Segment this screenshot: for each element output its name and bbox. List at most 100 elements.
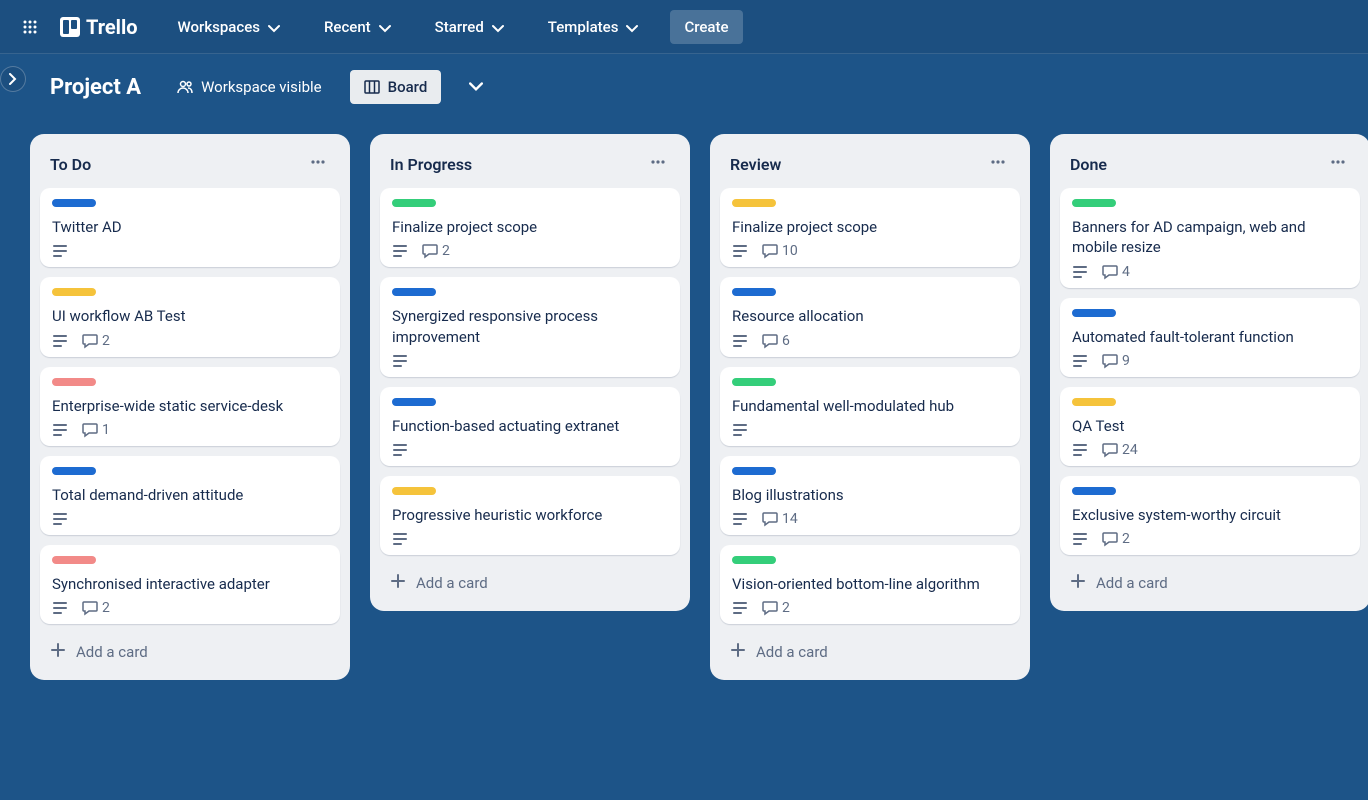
- card-badges: [52, 511, 328, 527]
- card[interactable]: Blog illustrations14: [720, 456, 1020, 535]
- card-label[interactable]: [732, 556, 776, 564]
- description-icon: [52, 333, 68, 349]
- card-title: Banners for AD campaign, web and mobile …: [1072, 217, 1348, 258]
- card[interactable]: QA Test24: [1060, 387, 1360, 466]
- add-card-button[interactable]: Add a card: [720, 634, 1020, 670]
- list-title[interactable]: Done: [1070, 155, 1107, 174]
- comments-count: 2: [102, 600, 110, 616]
- nav-workspaces[interactable]: Workspaces: [166, 12, 292, 42]
- visibility-button[interactable]: Workspace visible: [167, 72, 332, 102]
- list-title[interactable]: To Do: [50, 155, 91, 174]
- nav-label: Starred: [435, 18, 484, 36]
- card-title: Automated fault-tolerant function: [1072, 327, 1348, 347]
- card-badges: 2: [52, 333, 328, 349]
- sidebar-expand-button[interactable]: [0, 66, 26, 92]
- card-badges: 2: [1072, 531, 1348, 547]
- card-label[interactable]: [52, 378, 96, 386]
- card-label[interactable]: [1072, 398, 1116, 406]
- nav-label: Recent: [324, 18, 371, 36]
- description-icon: [732, 422, 748, 438]
- list-title[interactable]: In Progress: [390, 155, 472, 174]
- card-label[interactable]: [392, 487, 436, 495]
- topbar: Trello Workspaces Recent Starred Templat…: [0, 0, 1368, 54]
- comments-count: 2: [102, 333, 110, 349]
- card[interactable]: UI workflow AB Test2: [40, 277, 340, 356]
- comments-badge: 6: [762, 333, 790, 349]
- list-menu-button[interactable]: [646, 150, 670, 178]
- board-title[interactable]: Project A: [42, 71, 149, 104]
- add-card-button[interactable]: Add a card: [380, 565, 680, 601]
- list-menu-button[interactable]: [1326, 150, 1350, 178]
- card-title: Vision-oriented bottom-line algorithm: [732, 574, 1008, 594]
- card[interactable]: Banners for AD campaign, web and mobile …: [1060, 188, 1360, 288]
- list: In Progress Finalize project scope2 Synerg…: [370, 134, 690, 611]
- card-label[interactable]: [52, 199, 96, 207]
- card-label[interactable]: [392, 398, 436, 406]
- nav-starred[interactable]: Starred: [423, 12, 516, 42]
- comments-count: 14: [782, 511, 798, 527]
- card[interactable]: Function-based actuating extranet: [380, 387, 680, 466]
- card[interactable]: Exclusive system-worthy circuit2: [1060, 476, 1360, 555]
- card-label[interactable]: [392, 288, 436, 296]
- card-label[interactable]: [1072, 309, 1116, 317]
- card[interactable]: Twitter AD: [40, 188, 340, 267]
- list-title[interactable]: Review: [730, 155, 781, 174]
- card-label[interactable]: [732, 378, 776, 386]
- description-icon: [732, 511, 748, 527]
- description-icon: [1072, 531, 1088, 547]
- view-switcher-dropdown[interactable]: [459, 70, 493, 104]
- card-label[interactable]: [52, 288, 96, 296]
- list-menu-button[interactable]: [306, 150, 330, 178]
- plus-icon: [1070, 573, 1086, 593]
- comments-count: 6: [782, 333, 790, 349]
- card-label[interactable]: [732, 199, 776, 207]
- add-card-button[interactable]: Add a card: [40, 634, 340, 670]
- card-label[interactable]: [52, 467, 96, 475]
- nav-label: Workspaces: [178, 18, 260, 36]
- card-label[interactable]: [732, 467, 776, 475]
- card[interactable]: Synchronised interactive adapter2: [40, 545, 340, 624]
- plus-icon: [390, 573, 406, 593]
- card[interactable]: Finalize project scope10: [720, 188, 1020, 267]
- comments-badge: 4: [1102, 264, 1130, 280]
- nav-templates[interactable]: Templates: [536, 12, 651, 42]
- card-badges: 6: [732, 333, 1008, 349]
- board-view-button[interactable]: Board: [350, 70, 442, 104]
- add-card-label: Add a card: [416, 574, 488, 592]
- card[interactable]: Resource allocation 6: [720, 277, 1020, 356]
- create-button[interactable]: Create: [670, 10, 742, 44]
- visibility-label: Workspace visible: [201, 78, 322, 96]
- add-card-button[interactable]: Add a card: [1060, 565, 1360, 601]
- card[interactable]: Fundamental well-modulated hub: [720, 367, 1020, 446]
- card[interactable]: Finalize project scope2: [380, 188, 680, 267]
- card-badges: 4: [1072, 264, 1348, 280]
- card-title: Resource allocation: [732, 306, 1008, 326]
- trello-logo-icon: [60, 17, 80, 37]
- card[interactable]: Progressive heuristic workforce: [380, 476, 680, 555]
- add-card-label: Add a card: [76, 643, 148, 661]
- nav-recent[interactable]: Recent: [312, 12, 403, 42]
- card-label[interactable]: [52, 556, 96, 564]
- card-badges: 2: [52, 600, 328, 616]
- comments-badge: 2: [82, 333, 110, 349]
- comments-badge: 24: [1102, 442, 1138, 458]
- card-label[interactable]: [732, 288, 776, 296]
- card-label[interactable]: [392, 199, 436, 207]
- card[interactable]: Enterprise-wide static service-desk1: [40, 367, 340, 446]
- apps-switcher-icon[interactable]: [14, 11, 46, 43]
- list-menu-button[interactable]: [986, 150, 1010, 178]
- description-icon: [392, 442, 408, 458]
- card-badges: 2: [732, 600, 1008, 616]
- card[interactable]: Vision-oriented bottom-line algorithm 2: [720, 545, 1020, 624]
- comments-badge: 1: [82, 422, 110, 438]
- card[interactable]: Automated fault-tolerant function9: [1060, 298, 1360, 377]
- description-icon: [1072, 353, 1088, 369]
- description-icon: [732, 333, 748, 349]
- description-icon: [52, 422, 68, 438]
- trello-logo[interactable]: Trello: [52, 15, 146, 39]
- card-label[interactable]: [1072, 199, 1116, 207]
- card[interactable]: Total demand-driven attitude: [40, 456, 340, 535]
- card[interactable]: Synergized responsive process improvemen…: [380, 277, 680, 377]
- nav-label: Templates: [548, 18, 619, 36]
- card-label[interactable]: [1072, 487, 1116, 495]
